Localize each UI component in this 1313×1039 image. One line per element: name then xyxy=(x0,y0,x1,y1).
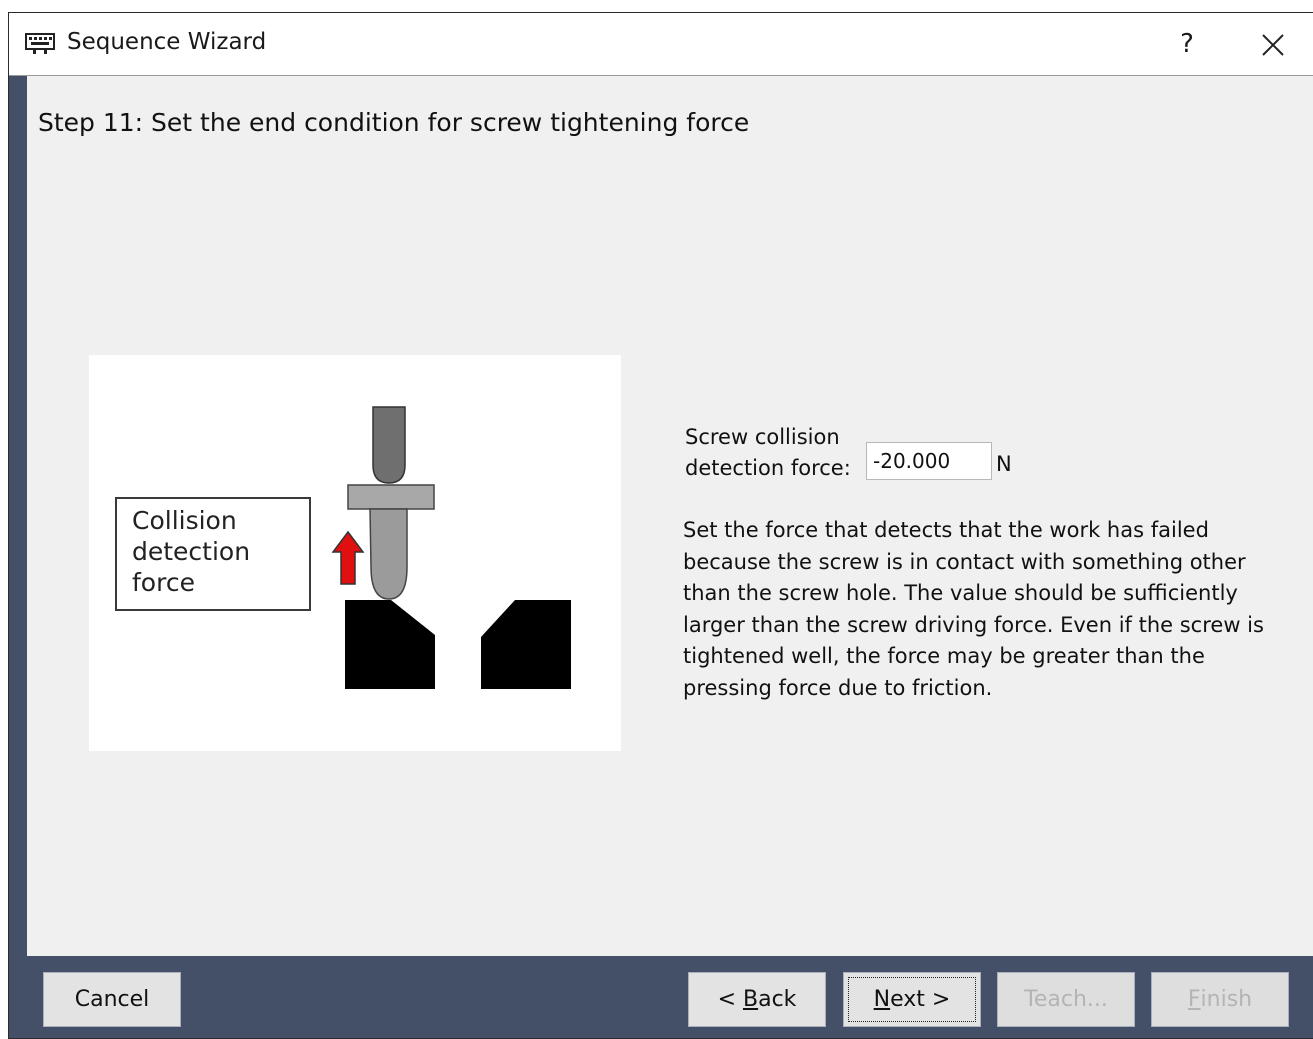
driver-bit xyxy=(372,406,406,484)
collision-illustration: Collision detection force xyxy=(89,355,621,751)
sequence-wizard-window: Sequence Wizard ? Step 11: Set the end c… xyxy=(8,12,1313,1039)
right-work-block xyxy=(481,600,571,689)
wizard-icon xyxy=(25,33,55,54)
next-button[interactable]: Next > xyxy=(843,972,981,1027)
left-work-block xyxy=(345,600,435,689)
screw-body xyxy=(369,508,408,600)
back-rest: ack xyxy=(758,987,797,1012)
collision-force-input[interactable] xyxy=(866,442,992,480)
back-prefix: < xyxy=(717,987,743,1012)
step-description: Set the force that detects that the work… xyxy=(683,518,1264,700)
help-button[interactable]: ? xyxy=(1167,21,1207,67)
upward-arrow-icon xyxy=(331,530,365,585)
force-unit: N xyxy=(996,452,1012,476)
collision-force-field-label: Screw collision detection force: xyxy=(685,425,851,480)
step-heading: Step 11: Set the end condition for screw… xyxy=(38,108,750,137)
back-mnemonic: B xyxy=(743,987,759,1012)
finish-mnemonic: F xyxy=(1187,987,1201,1012)
back-button[interactable]: < Back xyxy=(688,972,826,1027)
close-icon[interactable] xyxy=(1255,27,1291,63)
next-mnemonic: N xyxy=(873,987,891,1012)
driver-plate xyxy=(347,484,435,510)
title-bar[interactable]: Sequence Wizard ? xyxy=(9,13,1313,76)
collision-force-label: Collision detection force xyxy=(115,497,311,611)
finish-button[interactable]: Finish xyxy=(1151,972,1289,1027)
finish-rest: inish xyxy=(1200,987,1253,1012)
teach-button-label: Teach... xyxy=(1024,987,1108,1012)
cancel-button[interactable]: Cancel xyxy=(43,972,181,1027)
cancel-button-label: Cancel xyxy=(74,987,150,1012)
teach-button[interactable]: Teach... xyxy=(997,972,1135,1027)
window-title: Sequence Wizard xyxy=(67,29,267,55)
wizard-content-panel: Step 11: Set the end condition for screw… xyxy=(27,76,1313,956)
desktop-strip xyxy=(0,0,1313,12)
next-rest: ext > xyxy=(890,987,951,1012)
